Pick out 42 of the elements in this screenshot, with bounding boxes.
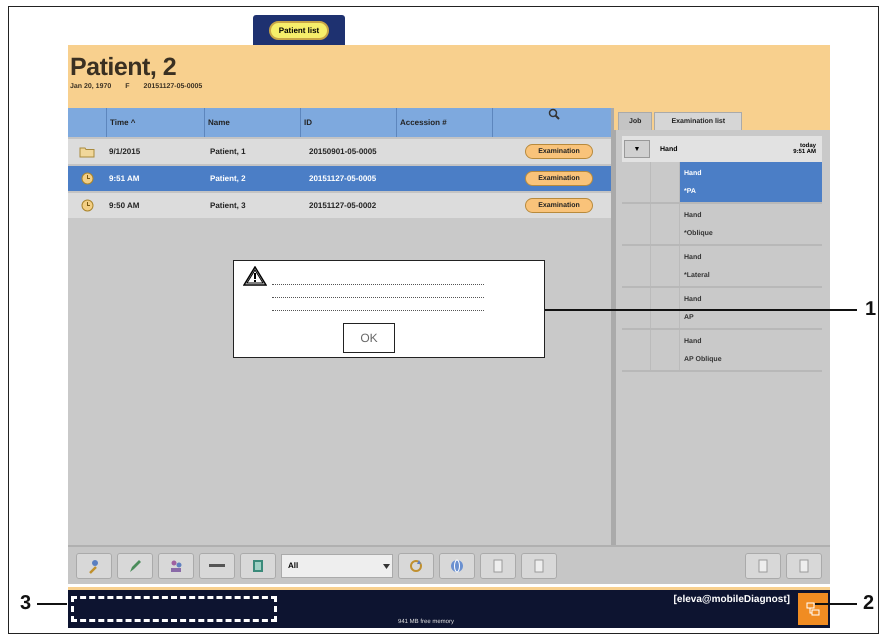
patient-name: Patient, 2 (70, 53, 178, 82)
tool-button[interactable] (439, 552, 475, 578)
folder-icon (79, 146, 95, 158)
time-cell-text: 9:50 AM (108, 201, 140, 210)
tool-button[interactable] (521, 552, 557, 578)
globe-icon (449, 558, 465, 574)
network-button[interactable] (798, 593, 828, 625)
tool-button[interactable] (117, 552, 153, 578)
tool-button[interactable] (745, 552, 781, 578)
people-icon (168, 558, 184, 574)
pencil-icon (127, 558, 143, 574)
tool-button[interactable] (199, 552, 235, 578)
leader-line (815, 602, 857, 604)
callout-number: 1 (865, 298, 876, 321)
tool-button[interactable] (240, 552, 276, 578)
user-text: [eleva@mobileDiagnost] (674, 594, 790, 605)
id-cell-text: 20151127-05-0005 (308, 174, 378, 183)
clock-icon (80, 199, 94, 212)
time-cell-text: 9:51 AM (108, 174, 140, 183)
id-cell-text: 20150901-05-0005 (308, 147, 378, 156)
refresh-icon (408, 558, 424, 574)
warning-icon (243, 266, 267, 286)
filter-dropdown[interactable]: All (281, 554, 393, 578)
patient-list-tab[interactable]: Patient list (268, 20, 330, 40)
film-icon (250, 558, 266, 574)
callout-number: 2 (863, 592, 874, 615)
name-cell-text: Patient, 1 (209, 147, 247, 156)
tool-button[interactable] (480, 552, 516, 578)
dash-icon (209, 564, 225, 567)
ok-button[interactable]: OK (343, 323, 395, 353)
leader-line (37, 602, 68, 604)
time-cell-text: 9/1/2015 (108, 147, 142, 156)
network-icon (805, 601, 821, 617)
callout-number: 3 (20, 592, 32, 615)
search-icon[interactable] (548, 108, 560, 120)
name-cell-text: Patient, 2 (209, 174, 247, 183)
id-cell-text: 20151127-05-0002 (308, 201, 378, 210)
tool-button[interactable] (76, 552, 112, 578)
tool-button[interactable] (158, 552, 194, 578)
clock-icon (80, 172, 94, 185)
tool-button[interactable] (786, 552, 822, 578)
name-cell-text: Patient, 3 (209, 201, 247, 210)
